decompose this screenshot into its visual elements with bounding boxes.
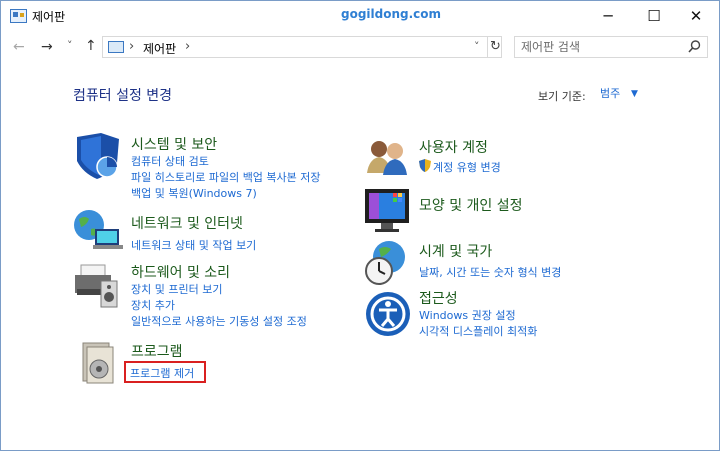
link-change-account-type[interactable]: 계정 유형 변경 [433, 159, 501, 175]
chevron-down-icon: ▼ [631, 89, 638, 99]
control-panel-icon [108, 41, 124, 53]
link-mobility-settings[interactable]: 일반적으로 사용하는 기동성 설정 조정 [131, 313, 307, 329]
network-globe-icon [74, 210, 123, 249]
window-title: 제어판 [32, 10, 66, 24]
clock-globe-icon [365, 241, 405, 285]
printer-icon [75, 264, 118, 308]
link-file-history-backup[interactable]: 파일 히스토리로 파일의 백업 복사본 저장 [131, 169, 321, 185]
link-windows-recommended-settings[interactable]: Windows 권장 설정 [419, 307, 516, 323]
link-devices-printers[interactable]: 장치 및 프린터 보기 [131, 281, 222, 297]
link-add-device[interactable]: 장치 추가 [131, 297, 175, 313]
ease-of-access-icon [366, 292, 410, 336]
category-title-hardware-sound[interactable]: 하드웨어 및 소리 [131, 262, 230, 282]
category-title-ease-of-access[interactable]: 접근성 [419, 288, 458, 308]
forward-button[interactable]: → [41, 39, 53, 55]
address-dropdown-button[interactable]: ˅ [474, 40, 480, 53]
page-title: 컴퓨터 설정 변경 [73, 88, 173, 104]
link-review-computer-status[interactable]: 컴퓨터 상태 검토 [131, 153, 209, 169]
search-icon[interactable] [687, 39, 702, 54]
breadcrumb-separator[interactable]: › [185, 39, 190, 54]
recent-locations-button[interactable]: ˅ [67, 39, 73, 52]
category-title-clock-region[interactable]: 시계 및 국가 [419, 241, 492, 261]
user-accounts-icon [367, 141, 407, 175]
view-by-dropdown[interactable]: 범주 ▼ [593, 83, 649, 105]
category-title-network-internet[interactable]: 네트워크 및 인터넷 [131, 213, 243, 233]
uac-shield-icon [419, 159, 431, 172]
control-panel-icon [10, 9, 27, 23]
link-network-status[interactable]: 네트워크 상태 및 작업 보기 [131, 237, 256, 253]
breadcrumb-separator[interactable]: › [129, 39, 134, 54]
view-by-label: 보기 기준: [538, 90, 586, 103]
category-title-programs[interactable]: 프로그램 [131, 341, 183, 361]
watermark-text: gogildong.com [341, 7, 442, 21]
search-box[interactable] [514, 36, 708, 58]
category-title-appearance[interactable]: 모양 및 개인 설정 [419, 195, 523, 215]
refresh-button[interactable]: ↻ [487, 37, 503, 57]
breadcrumb-control-panel[interactable]: 제어판 [143, 40, 176, 57]
category-title-system-security[interactable]: 시스템 및 보안 [131, 134, 217, 154]
category-title-user-accounts[interactable]: 사용자 계정 [419, 137, 488, 157]
back-button[interactable]: ← [13, 39, 25, 55]
close-button[interactable]: ✕ [673, 1, 719, 31]
search-input[interactable] [521, 39, 676, 55]
shield-icon [77, 133, 119, 179]
address-bar[interactable]: › 제어판 › ˅ ↻ [102, 36, 502, 58]
appearance-monitor-icon [365, 189, 409, 232]
programs-icon [82, 342, 114, 384]
highlight-box [124, 361, 206, 383]
control-panel-window: 제어판 gogildong.com ─ ☐ ✕ ← → ˅ ↑ › 제어판 › … [0, 0, 720, 451]
minimize-button[interactable]: ─ [585, 1, 631, 31]
link-backup-restore[interactable]: 백업 및 복원(Windows 7) [131, 185, 257, 201]
maximize-button[interactable]: ☐ [631, 1, 677, 31]
link-optimize-visual-display[interactable]: 시각적 디스플레이 최적화 [419, 323, 537, 339]
link-date-time-format[interactable]: 날짜, 시간 또는 숫자 형식 변경 [419, 264, 561, 280]
view-by-value: 범주 [600, 87, 621, 100]
up-button[interactable]: ↑ [85, 38, 97, 54]
title-bar: 제어판 gogildong.com ─ ☐ ✕ [1, 1, 719, 31]
